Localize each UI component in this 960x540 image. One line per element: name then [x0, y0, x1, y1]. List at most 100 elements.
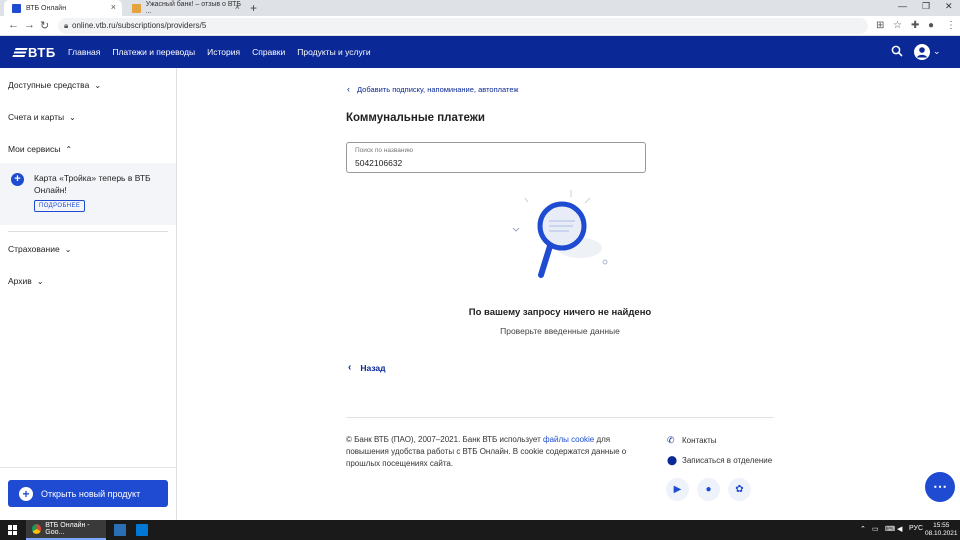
nav-home[interactable]: Главная — [68, 47, 100, 57]
huawei-appgallery-icon[interactable]: ✿ — [728, 478, 751, 501]
close-tab-icon[interactable]: × — [235, 2, 240, 12]
logo-stripes-icon — [12, 48, 28, 57]
copyright-before: © Банк ВТБ (ПАО), 2007–2021. Банк ВТБ ис… — [346, 435, 543, 444]
sidebar-item-label: Мои сервисы — [8, 144, 61, 154]
nav-products[interactable]: Продукты и услуги — [297, 47, 370, 57]
new-tab-button[interactable]: + — [250, 1, 257, 15]
divider — [0, 467, 176, 468]
vtb-logo[interactable]: ВТБ — [12, 45, 56, 60]
taskbar-chrome-app[interactable]: ВТБ Онлайн - Goo... — [26, 520, 106, 540]
clock-date: 08.10.2021 — [925, 530, 958, 537]
outlook-icon[interactable] — [136, 524, 148, 536]
divider — [8, 231, 168, 232]
clock-time: 15:55 — [933, 522, 950, 529]
restore-icon[interactable]: ❐ — [922, 1, 930, 12]
back-button-label: Назад — [360, 362, 386, 373]
back-icon[interactable]: ← — [8, 19, 19, 31]
sidebar-item-accounts[interactable]: Счета и карты ⌄ — [8, 112, 76, 122]
nav-certificates[interactable]: Справки — [252, 47, 285, 57]
back-link-label: Добавить подписку, напоминание, автоплат… — [357, 84, 519, 94]
minimize-icon[interactable]: — — [898, 1, 907, 11]
copyright-text: © Банк ВТБ (ПАО), 2007–2021. Банк ВТБ ис… — [346, 434, 646, 470]
phone-icon: ✆ — [667, 435, 675, 445]
browser-tab-review[interactable]: Ужасный банк! – отзыв о ВТБ ... × — [124, 0, 246, 16]
details-button[interactable]: ПОДРОБНЕЕ — [34, 200, 86, 212]
no-results-message: По вашему запросу ничего не найдено — [468, 307, 652, 318]
plus-icon[interactable]: + — [11, 173, 24, 186]
forward-icon[interactable]: → — [24, 19, 35, 31]
url-text: online.vtb.ru/subscriptions/providers/5 — [72, 21, 207, 30]
footer-divider — [346, 417, 774, 418]
taskbar-app-label: ВТБ Онлайн - Goo... — [45, 522, 90, 536]
lock-icon: 🔒︎ — [64, 21, 69, 30]
apple-icon[interactable]: ● — [697, 478, 720, 501]
bookmark-star-icon[interactable]: ☆ — [893, 20, 902, 31]
open-new-product-label: Открыть новый продукт — [41, 488, 141, 499]
magnifier-illustration-icon — [512, 190, 608, 278]
url-field[interactable]: 🔒︎ online.vtb.ru/subscriptions/providers… — [58, 18, 868, 34]
cookie-link[interactable]: файлы cookie — [543, 435, 594, 444]
keyboard-icon[interactable]: ⌨ — [885, 525, 895, 533]
chevron-down-icon[interactable]: ⌄ — [933, 46, 941, 57]
sidebar: Доступные средства ⌄ Счета и карты ⌄ Мои… — [0, 68, 177, 520]
close-tab-icon[interactable]: × — [111, 2, 116, 12]
sidebar-item-my-services[interactable]: Мои сервисы ⌃ — [8, 144, 72, 154]
tab-title: Ужасный банк! – отзыв о ВТБ ... — [145, 1, 241, 15]
google-play-icon[interactable]: ▶ — [666, 478, 689, 501]
remote-desktop-icon[interactable] — [114, 524, 126, 536]
browser-tab-strip: ВТБ Онлайн × Ужасный банк! – отзыв о ВТБ… — [0, 0, 960, 16]
address-bar: ← → ↻ 🔒︎ online.vtb.ru/subscriptions/pro… — [0, 16, 960, 36]
page-title: Коммунальные платежи — [346, 112, 485, 124]
site-header: ВТБ Главная Платежи и переводы История С… — [0, 36, 960, 68]
main-nav: Главная Платежи и переводы История Справ… — [68, 47, 371, 57]
sidebar-item-archive[interactable]: Архив ⌄ — [8, 276, 44, 286]
open-new-product-button[interactable]: + Открыть новый продукт — [8, 480, 168, 507]
tray-chevron-icon[interactable]: ⌃ — [860, 525, 866, 533]
search-placeholder: Поиск по названию — [355, 147, 413, 154]
chevron-left-icon: ‹ — [347, 84, 350, 94]
chat-icon[interactable]: ⋯ — [925, 472, 955, 502]
user-avatar-icon[interactable] — [914, 44, 930, 60]
browser-tab-vtb[interactable]: ВТБ Онлайн × — [4, 0, 122, 16]
nav-history[interactable]: История — [207, 47, 240, 57]
branch-appointment-link[interactable]: ⬤ Записаться в отделение — [667, 455, 772, 466]
install-icon[interactable]: ⊞ — [876, 20, 884, 31]
chevron-down-icon: ⌄ — [94, 80, 102, 90]
troika-promo: + Карта «Тройка» теперь в ВТБ Онлайн! ПО… — [0, 163, 176, 225]
search-input[interactable]: Поиск по названию 5042106632 — [346, 142, 646, 173]
location-pin-icon: ⬤ — [667, 455, 678, 465]
nav-payments[interactable]: Платежи и переводы — [112, 47, 195, 57]
tab-title: ВТБ Онлайн — [26, 4, 67, 12]
add-subscription-back-link[interactable]: ‹ Добавить подписку, напоминание, автопл… — [347, 84, 519, 94]
logo-text: ВТБ — [28, 45, 56, 60]
search-icon[interactable] — [891, 45, 903, 57]
windows-start-icon[interactable] — [8, 525, 18, 535]
close-window-icon[interactable]: ✕ — [945, 1, 953, 12]
taskbar-clock[interactable]: 15:55 08.10.2021 — [925, 522, 958, 538]
chevron-down-icon: ⌄ — [64, 244, 72, 254]
search-value: 5042106632 — [355, 158, 403, 168]
vtb-favicon-icon — [12, 3, 21, 13]
chevron-left-icon: ‹ — [348, 362, 352, 373]
branch-label: Записаться в отделение — [682, 456, 773, 465]
extensions-icon[interactable]: ✚ — [911, 20, 919, 31]
volume-icon[interactable]: ◀ — [897, 525, 902, 533]
sidebar-item-label: Счета и карты — [8, 112, 65, 122]
sidebar-item-available-funds[interactable]: Доступные средства ⌄ — [8, 80, 101, 90]
reload-icon[interactable]: ↻ — [40, 19, 49, 32]
sidebar-item-insurance[interactable]: Страхование ⌄ — [8, 244, 71, 254]
network-icon[interactable]: ▭ — [872, 525, 879, 533]
review-favicon-icon — [132, 3, 141, 13]
back-button[interactable]: ‹ Назад — [348, 362, 386, 373]
chrome-icon — [32, 524, 42, 534]
sidebar-item-label: Архив — [8, 276, 32, 286]
browser-menu-icon[interactable]: ⋮ — [946, 20, 956, 31]
contacts-label: Контакты — [682, 436, 717, 445]
contacts-link[interactable]: ✆ Контакты — [667, 435, 717, 446]
profile-icon[interactable]: ● — [928, 20, 934, 31]
chevron-up-icon: ⌃ — [65, 144, 73, 154]
plus-icon: + — [19, 486, 33, 501]
chevron-down-icon: ⌄ — [69, 112, 76, 122]
os-taskbar: ВТБ Онлайн - Goo... ⌃ ▭ ⌨ ◀ РУС 15:55 08… — [0, 520, 960, 540]
language-indicator[interactable]: РУС — [909, 525, 923, 532]
